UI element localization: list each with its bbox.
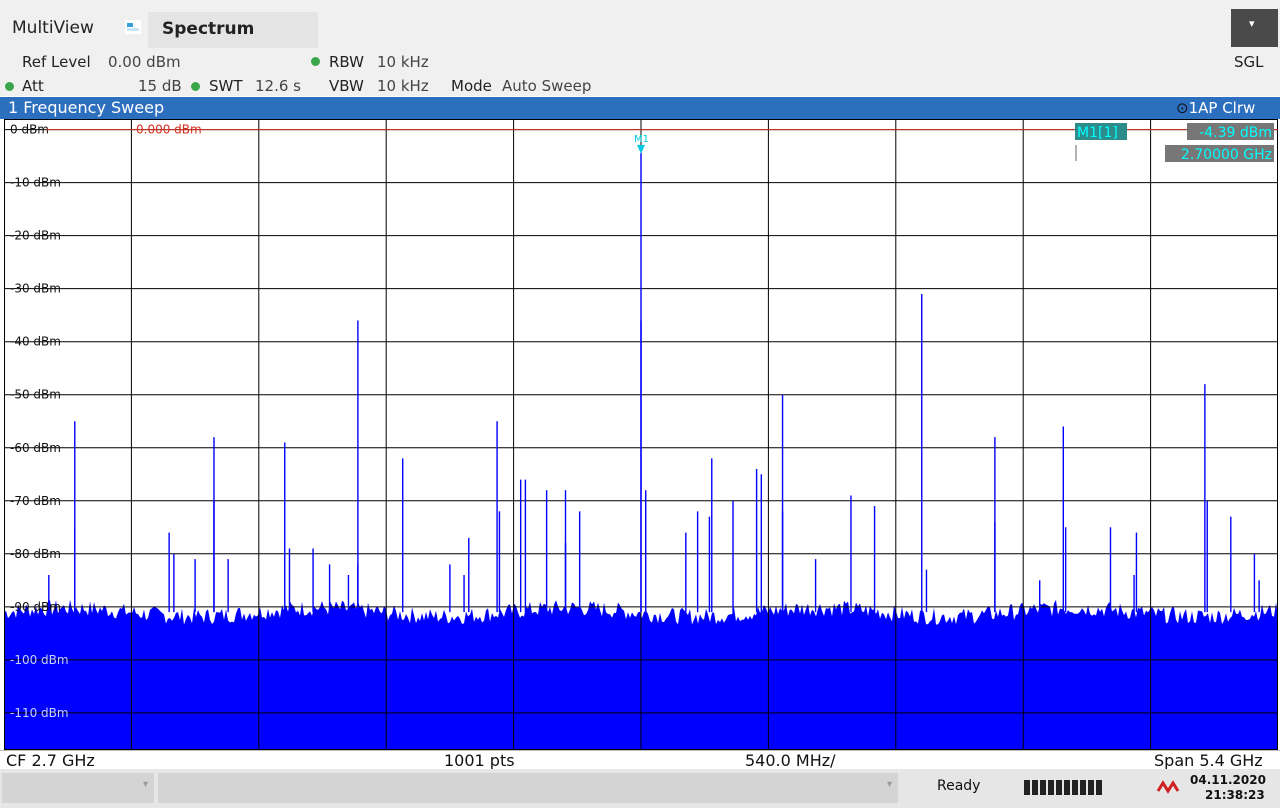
marker-triangle-icon[interactable] <box>637 144 645 154</box>
status-field-left[interactable]: ▾ <box>2 773 154 803</box>
y-tick-label: -30 dBm <box>10 282 61 296</box>
trace-mode: 1AP Clrw <box>1188 99 1256 117</box>
att-label: Att <box>22 77 44 95</box>
measurement-info: Ref Level 0.00 dBm Att 15 dB SWT 12.6 s … <box>0 50 1280 96</box>
spectrum-chart[interactable]: 0 dBm -10 dBm -20 dBm -30 dBm -40 dBm -50 dBm… <box>3 119 1279 750</box>
trace-icon: ⊙ <box>1176 99 1189 117</box>
att-indicator-icon <box>5 82 14 91</box>
chevron-down-icon: ▾ <box>1249 17 1255 30</box>
division-width: 540.0 MHz/ <box>745 751 836 770</box>
tab-spectrum[interactable]: Spectrum <box>148 12 318 48</box>
status-bar: ▾ ▾ Ready 04.11.2020 21:38:23 <box>0 769 1280 808</box>
reference-level-label: 0.000 dBm <box>136 123 202 137</box>
vbw-label: VBW <box>329 77 364 95</box>
chevron-down-icon: ▾ <box>142 779 148 790</box>
y-tick-label: 0 dBm <box>10 123 49 137</box>
swt-value[interactable]: 12.6 s <box>255 77 301 95</box>
y-tick-label: -80 dBm <box>10 547 61 561</box>
marker-frequency: 2.70000 GHz <box>1181 147 1272 163</box>
sgl-indicator: SGL <box>1234 53 1264 71</box>
y-tick-label: -40 dBm <box>10 335 61 349</box>
tab-icon <box>125 19 141 34</box>
mode-label: Mode <box>451 77 492 95</box>
brand-logo-icon <box>1156 779 1182 794</box>
swt-indicator-icon <box>191 82 200 91</box>
mode-value[interactable]: Auto Sweep <box>502 77 591 95</box>
spectrum-plot[interactable]: 0 dBm -10 dBm -20 dBm -30 dBm -40 dBm -50 dBm… <box>3 119 1279 750</box>
y-tick-label: -10 dBm <box>10 176 61 190</box>
y-tick-label: -20 dBm <box>10 229 61 243</box>
menu-dropdown-button[interactable]: ▾ <box>1231 9 1278 47</box>
y-tick-label: -70 dBm <box>10 494 61 508</box>
ref-level-label: Ref Level <box>22 53 91 71</box>
sweep-status-bar: CF 2.7 GHz 1001 pts 540.0 MHz/ Span 5.4 … <box>0 750 1280 770</box>
app-title: MultiView <box>12 18 94 38</box>
vbw-value[interactable]: 10 kHz <box>377 77 429 95</box>
chevron-down-icon: ▾ <box>886 779 892 790</box>
span-value[interactable]: Span 5.4 GHz <box>1154 751 1263 770</box>
date-display: 04.11.2020 <box>1190 773 1266 787</box>
marker-plot-label: M1 <box>634 134 649 145</box>
ready-status: Ready <box>937 778 981 794</box>
swt-label: SWT <box>209 77 243 95</box>
y-tick-label: -110 dBm <box>10 706 69 720</box>
sweep-points[interactable]: 1001 pts <box>444 751 515 770</box>
rbw-label: RBW <box>329 53 365 71</box>
att-value[interactable]: 15 dB <box>138 77 182 95</box>
marker-level: -4.39 dBm <box>1199 125 1272 141</box>
y-tick-label: -90 dBm <box>10 600 61 614</box>
time-display: 21:38:23 <box>1205 788 1265 802</box>
marker-name: M1[1] <box>1077 125 1118 141</box>
trace-info[interactable]: ⊙1AP Clrw <box>1176 99 1255 117</box>
status-field-message[interactable]: ▾ <box>158 773 898 803</box>
center-frequency[interactable]: CF 2.7 GHz <box>6 751 95 770</box>
rbw-value[interactable]: 10 kHz <box>377 53 429 71</box>
ref-level-value[interactable]: 0.00 dBm <box>108 53 181 71</box>
y-tick-label: -60 dBm <box>10 441 61 455</box>
y-tick-label: -50 dBm <box>10 388 61 402</box>
y-tick-label: -100 dBm <box>10 653 69 667</box>
panel-header: 1 Frequency Sweep ⊙1AP Clrw <box>0 97 1280 119</box>
rbw-indicator-icon <box>311 57 320 66</box>
panel-title: 1 Frequency Sweep <box>8 98 165 117</box>
tab-spectrum-label: Spectrum <box>162 19 255 39</box>
